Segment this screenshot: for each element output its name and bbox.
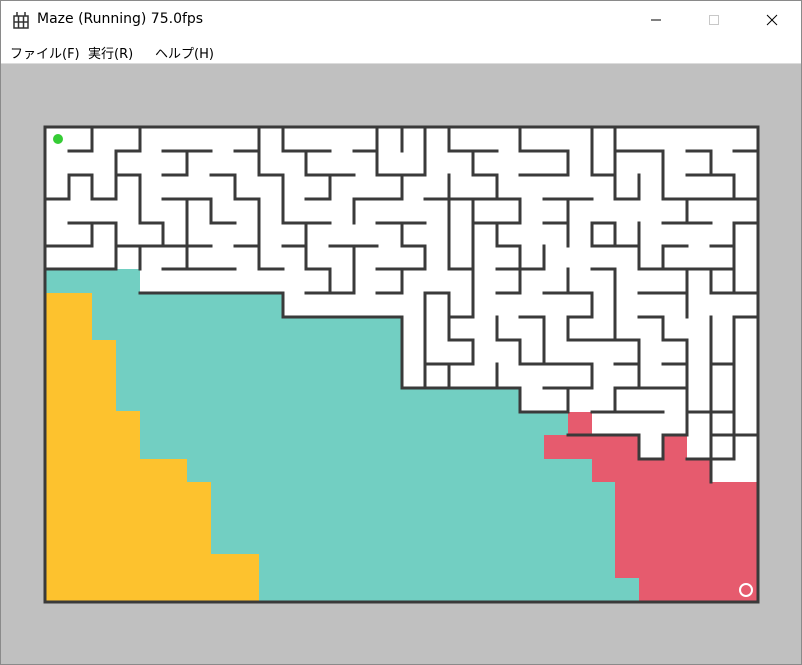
close-icon bbox=[766, 14, 778, 26]
close-button[interactable] bbox=[749, 1, 795, 39]
maze-app-icon bbox=[13, 12, 29, 29]
window-title: Maze (Running) 75.0fps bbox=[37, 11, 204, 27]
maximize-button[interactable] bbox=[691, 1, 737, 39]
minimize-icon bbox=[651, 19, 661, 21]
start-marker bbox=[53, 134, 63, 144]
menu-help[interactable]: ヘルプ(H) bbox=[155, 43, 214, 62]
maze-canvas[interactable] bbox=[1, 64, 801, 664]
maximize-icon bbox=[709, 15, 719, 25]
minimize-button[interactable] bbox=[633, 1, 679, 39]
menu-file[interactable]: ファイル(F) bbox=[10, 43, 80, 62]
app-window: Maze (Running) 75.0fps ファイル(F) 実行(R) ヘルプ… bbox=[0, 0, 802, 665]
client-area bbox=[1, 64, 801, 664]
menu-bar: ファイル(F) 実行(R) ヘルプ(H) bbox=[1, 39, 801, 64]
title-bar[interactable]: Maze (Running) 75.0fps bbox=[1, 1, 801, 39]
menu-run[interactable]: 実行(R) bbox=[88, 43, 133, 62]
